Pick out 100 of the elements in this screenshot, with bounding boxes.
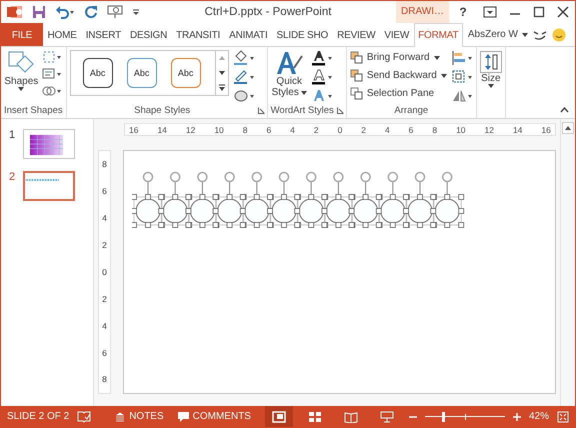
fill-bucket-icon[interactable] bbox=[232, 50, 255, 66]
comment-icon bbox=[178, 412, 189, 422]
spell-check-icon[interactable] bbox=[77, 410, 92, 422]
ribbon-tab[interactable]: FILE bbox=[1, 23, 43, 46]
ruler-number: 4 bbox=[290, 124, 295, 134]
align-icon[interactable] bbox=[450, 50, 473, 66]
text-fill-icon[interactable] bbox=[310, 50, 333, 66]
scroll-up-icon[interactable] bbox=[562, 122, 574, 134]
ruler-number: 6 bbox=[102, 348, 107, 358]
ribbon-tab[interactable]: SLIDE SHO bbox=[272, 23, 333, 46]
comments-button[interactable]: COMMENTS bbox=[178, 411, 251, 422]
ruler-number: 10 bbox=[214, 124, 224, 134]
slide-number: 1 bbox=[9, 129, 16, 141]
ruler-number: 2 bbox=[102, 240, 107, 250]
ribbon-tab[interactable]: REVIEW bbox=[332, 23, 380, 46]
caret-icon bbox=[18, 87, 24, 91]
shape-style-swatch[interactable]: Abc bbox=[170, 58, 201, 88]
caret-icon[interactable] bbox=[522, 32, 528, 36]
ruler-number: 2 bbox=[102, 294, 107, 304]
ruler-number: 16 bbox=[129, 124, 138, 134]
fit-to-window-icon[interactable] bbox=[557, 410, 569, 422]
caret-icon bbox=[440, 74, 447, 78]
more-icon[interactable] bbox=[218, 82, 226, 93]
quick-styles-button[interactable]: Quick Styles bbox=[272, 50, 307, 98]
caret-icon bbox=[300, 90, 307, 94]
ribbon-display-icon[interactable] bbox=[483, 6, 497, 18]
rotate-icon[interactable] bbox=[450, 88, 473, 104]
ribbon-tab[interactable]: FORMAT bbox=[414, 23, 463, 47]
arrange-button[interactable]: Bring Forward bbox=[350, 50, 440, 65]
book-icon bbox=[344, 410, 358, 422]
text-box-icon[interactable] bbox=[42, 67, 62, 81]
account-name[interactable]: AbsZero W bbox=[468, 29, 518, 40]
ruler-number: 6 bbox=[408, 124, 414, 134]
customize-icon[interactable] bbox=[132, 7, 140, 17]
normal-view-button[interactable] bbox=[264, 406, 293, 427]
caret-icon bbox=[434, 56, 440, 60]
notes-button[interactable]: NOTES bbox=[115, 411, 164, 422]
arrange-button[interactable]: Selection Pane bbox=[350, 86, 434, 101]
window-title: Ctrl+D.pptx - PowerPoint bbox=[204, 6, 332, 18]
smiley-icon[interactable] bbox=[552, 28, 566, 42]
group-label: Shape Styles bbox=[134, 105, 190, 118]
ruler-number: 8 bbox=[102, 374, 107, 384]
zoom-in-icon[interactable] bbox=[512, 412, 521, 420]
dialog-launcher-icon[interactable] bbox=[336, 107, 344, 114]
text-outline-icon[interactable] bbox=[310, 69, 333, 85]
ruler-number: 6 bbox=[102, 186, 107, 196]
ruler-number: 4 bbox=[384, 124, 390, 134]
shapes-button[interactable]: Shapes bbox=[4, 50, 38, 91]
dialog-launcher-icon[interactable] bbox=[258, 107, 265, 114]
ribbon-tab[interactable]: INSERT bbox=[81, 23, 126, 46]
ribbon-tab[interactable]: DESIGN bbox=[126, 23, 172, 46]
effects-icon[interactable] bbox=[232, 88, 255, 104]
size-button[interactable]: Size bbox=[480, 50, 502, 88]
selected-shapes-drawing[interactable] bbox=[132, 172, 464, 228]
ruler-number: 0 bbox=[338, 124, 342, 134]
slide-thumbnail[interactable] bbox=[23, 129, 75, 159]
zoom-slider[interactable] bbox=[424, 412, 505, 422]
zoom-slider-thumb[interactable] bbox=[442, 412, 445, 422]
ruler-number: 16 bbox=[541, 124, 551, 134]
collapse-ribbon-icon[interactable] bbox=[560, 107, 569, 113]
ruler-number: 8 bbox=[432, 124, 438, 134]
ribbon-tab[interactable]: VIEW bbox=[380, 23, 414, 46]
app-logo-icon bbox=[7, 5, 23, 19]
outline-pen-icon[interactable] bbox=[232, 69, 255, 85]
grid-icon bbox=[308, 410, 322, 422]
notes-icon bbox=[115, 412, 126, 422]
shape-style-swatch[interactable]: Abc bbox=[126, 58, 157, 88]
layers-icon bbox=[350, 87, 363, 100]
ruler-number: 12 bbox=[186, 124, 196, 134]
maximize-icon[interactable] bbox=[533, 6, 545, 18]
ribbon-tab[interactable]: HOME bbox=[43, 23, 82, 46]
ruler-number: 12 bbox=[484, 124, 494, 134]
zoom-percentage[interactable]: 42% bbox=[528, 411, 549, 422]
undo-icon[interactable] bbox=[55, 5, 75, 19]
ruler-number: 8 bbox=[102, 159, 107, 170]
group-icon[interactable] bbox=[450, 69, 473, 85]
edit-shape-icon[interactable] bbox=[42, 50, 62, 64]
caret-icon bbox=[488, 84, 494, 88]
ruler-number: 2 bbox=[361, 124, 366, 134]
group-label: WordArt Styles bbox=[270, 105, 334, 118]
ribbon-tab[interactable]: ANIMATI bbox=[224, 23, 272, 46]
help-button[interactable]: ? bbox=[455, 5, 471, 19]
ruler-number: 6 bbox=[266, 124, 272, 134]
merge-shapes-icon[interactable] bbox=[42, 84, 62, 98]
presenter-icon[interactable] bbox=[107, 5, 123, 19]
slide-thumbnail[interactable] bbox=[23, 171, 75, 201]
context-tab-label: DRAWI… bbox=[396, 1, 449, 23]
redo-icon[interactable] bbox=[84, 5, 98, 19]
arrange-button[interactable]: Send Backward bbox=[350, 68, 447, 83]
close-icon[interactable] bbox=[557, 6, 569, 18]
ribbon-tab[interactable]: TRANSITI bbox=[172, 23, 225, 46]
projector-screen-icon bbox=[380, 410, 394, 422]
ruler-number: 4 bbox=[102, 213, 107, 224]
shape-style-swatch[interactable]: Abc bbox=[82, 58, 113, 88]
ruler-number: 8 bbox=[242, 124, 248, 134]
ruler-number: 14 bbox=[512, 124, 522, 134]
group-label: Insert Shapes bbox=[4, 105, 63, 118]
ruler-number: 2 bbox=[314, 124, 319, 134]
ruler-number: 10 bbox=[456, 124, 466, 134]
slide-counter: SLIDE 2 OF 2 bbox=[7, 411, 70, 422]
